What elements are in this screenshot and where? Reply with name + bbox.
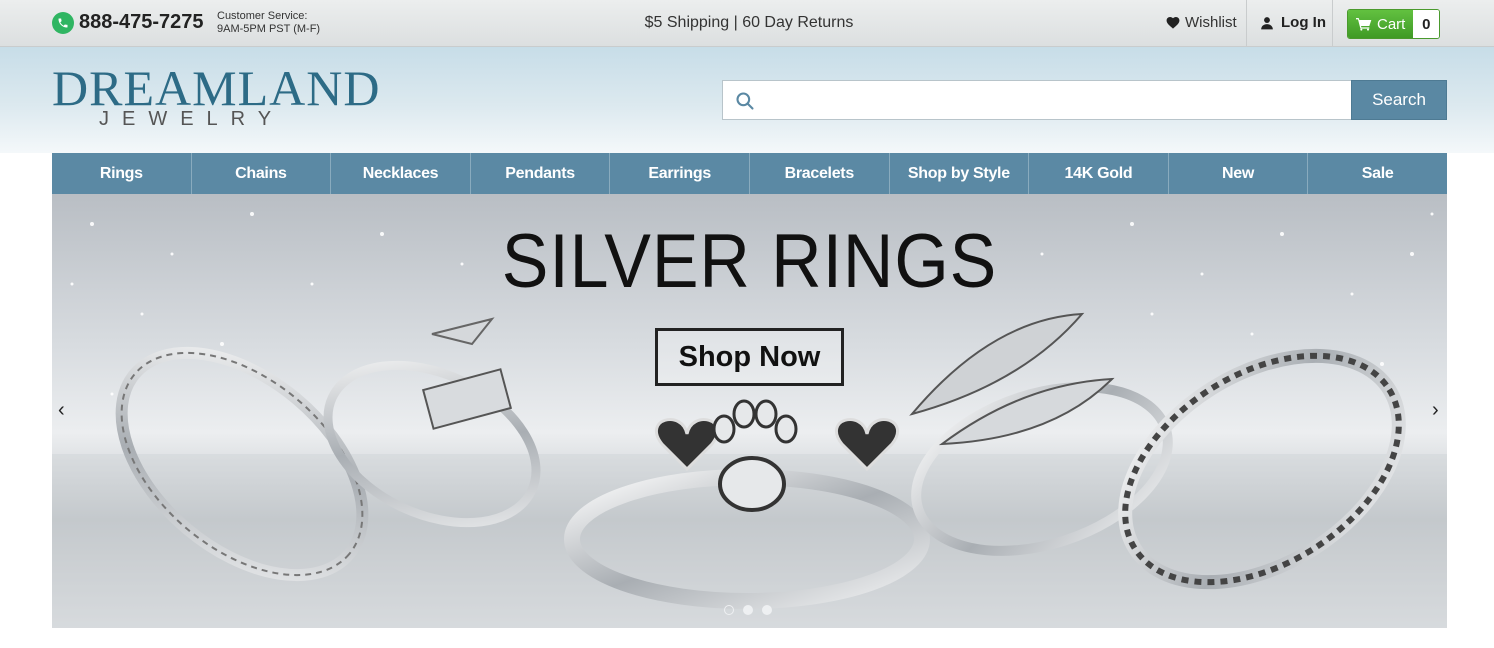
nav-item-14k-gold[interactable]: 14K Gold bbox=[1029, 153, 1169, 194]
chevron-right-icon[interactable]: › bbox=[1432, 399, 1439, 422]
carousel-dots bbox=[724, 605, 772, 615]
nav-item-pendants[interactable]: Pendants bbox=[471, 153, 611, 194]
logo-wordmark: DREAMLAND bbox=[52, 60, 381, 116]
cart-icon bbox=[1356, 18, 1372, 31]
search-box bbox=[722, 80, 1352, 120]
nav-item-new[interactable]: New bbox=[1169, 153, 1309, 194]
nav-item-necklaces[interactable]: Necklaces bbox=[331, 153, 471, 194]
user-icon bbox=[1261, 16, 1273, 29]
cart-button[interactable]: Cart 0 bbox=[1347, 9, 1441, 39]
search-input[interactable] bbox=[763, 81, 1343, 119]
cart-label: Cart bbox=[1377, 15, 1406, 33]
chevron-left-icon[interactable]: ‹ bbox=[58, 399, 65, 422]
logo-subtitle: JEWELRY bbox=[99, 108, 285, 130]
nav-item-sale[interactable]: Sale bbox=[1308, 153, 1447, 194]
login-link[interactable]: Log In bbox=[1260, 14, 1326, 31]
nav-item-bracelets[interactable]: Bracelets bbox=[750, 153, 890, 194]
nav-item-shop-by-style[interactable]: Shop by Style bbox=[890, 153, 1030, 194]
wishlist-label: Wishlist bbox=[1185, 14, 1237, 31]
carousel-dot[interactable] bbox=[743, 605, 753, 615]
search-icon bbox=[736, 92, 754, 110]
top-bar: 888-475-7275 Customer Service: 9AM-5PM P… bbox=[0, 0, 1494, 47]
divider bbox=[1332, 0, 1333, 46]
heart-icon bbox=[1166, 16, 1180, 29]
shop-now-button[interactable]: Shop Now bbox=[655, 328, 844, 386]
wishlist-link[interactable]: Wishlist bbox=[1166, 14, 1237, 31]
cart-label-area[interactable]: Cart bbox=[1348, 10, 1414, 38]
site-header: DREAMLAND JEWELRY Search bbox=[0, 47, 1494, 153]
nav-item-rings[interactable]: Rings bbox=[52, 153, 192, 194]
main-nav: Rings Chains Necklaces Pendants Earrings… bbox=[52, 153, 1447, 194]
logo[interactable]: DREAMLAND JEWELRY bbox=[52, 60, 381, 132]
search-button[interactable]: Search bbox=[1351, 80, 1447, 120]
nav-item-earrings[interactable]: Earrings bbox=[610, 153, 750, 194]
carousel-dot[interactable] bbox=[724, 605, 734, 615]
divider bbox=[1246, 0, 1247, 46]
login-label: Log In bbox=[1281, 14, 1326, 31]
cart-count: 0 bbox=[1413, 10, 1440, 38]
hero-title: SILVER RINGS bbox=[501, 219, 998, 304]
hero-banner[interactable]: SILVER RINGS Shop Now ‹ › bbox=[52, 194, 1447, 628]
carousel-dot[interactable] bbox=[762, 605, 772, 615]
nav-item-chains[interactable]: Chains bbox=[192, 153, 332, 194]
